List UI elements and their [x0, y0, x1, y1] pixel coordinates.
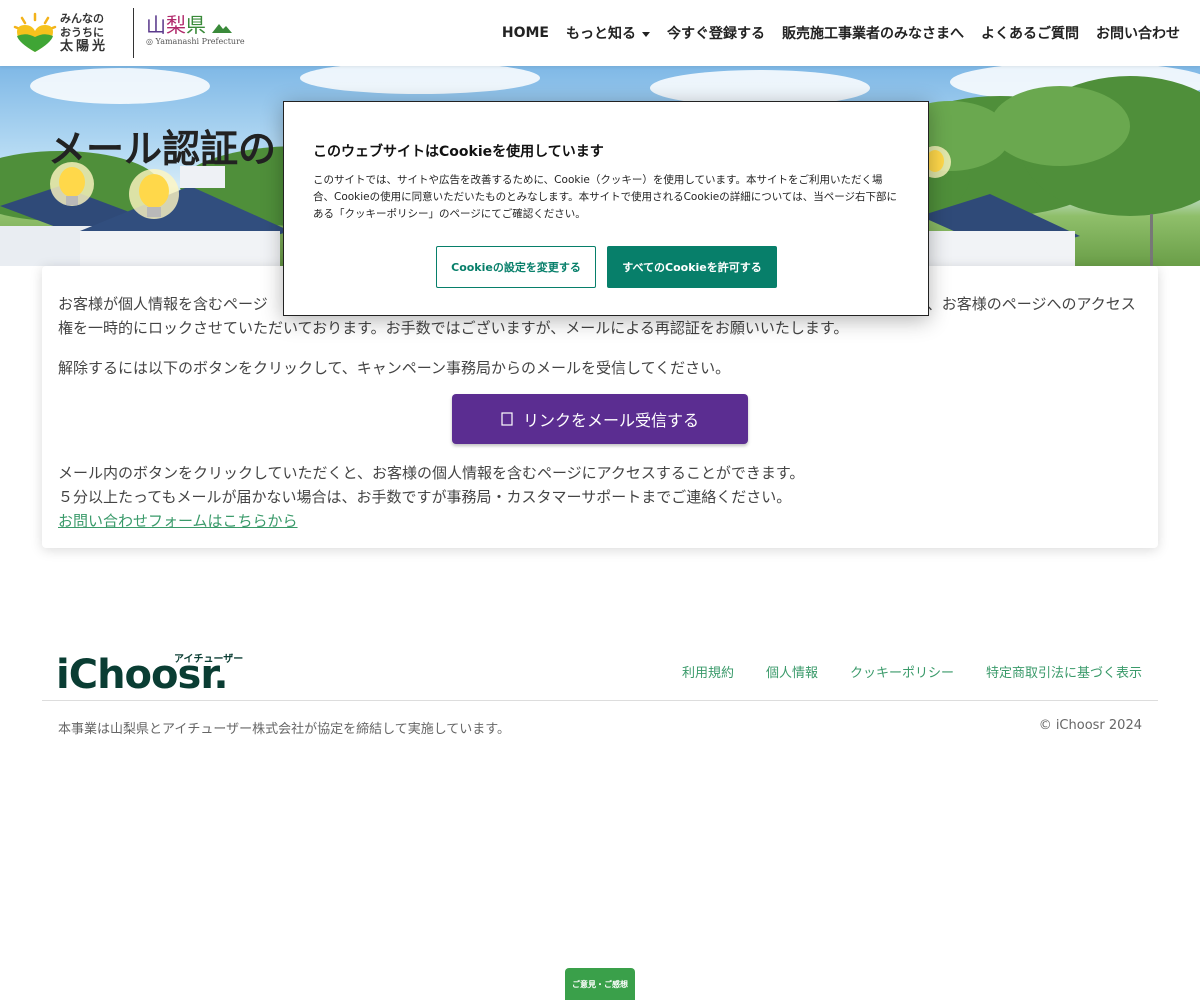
logo-line-1: みんなの	[60, 12, 104, 25]
logo-line-3: 太陽光	[60, 39, 109, 54]
send-link-email-button[interactable]: リンクをメール受信する	[452, 394, 748, 444]
campaign-logo-text: みんなの おうちに 太陽光	[60, 12, 130, 54]
nav-contact[interactable]: お問い合わせ	[1096, 23, 1180, 43]
nav-learn-more-dropdown[interactable]: もっと知る	[566, 23, 650, 43]
cookie-consent-dialog: このウェブサイトはCookieを使用しています このサイトでは、サイトや広告を改…	[283, 101, 929, 316]
email-help-text: メール内のボタンをクリックしていただくと、お客様の個人情報を含むページにアクセス…	[58, 461, 804, 509]
pref-char-2: 梨	[166, 13, 186, 37]
yamanashi-prefecture-logo[interactable]: 山梨県 ◎ Yamanashi Prefecture	[146, 14, 245, 46]
email-help-line-2: ５分以上たってもメールが届かない場合は、お手数ですが事務局・カスタマーサポートま…	[58, 488, 792, 506]
pref-emblem-icon: ◎	[146, 37, 153, 46]
feedback-tab-button[interactable]: ご意見・ご感想	[565, 968, 635, 1000]
mountain-icon	[212, 23, 233, 33]
logo-divider	[133, 8, 134, 58]
footer-agreement-note: 本事業は山梨県とアイチューザー株式会社が協定を締結して実施しています。	[58, 722, 511, 737]
site-header: みんなの おうちに 太陽光 山梨県 ◎ Yamanashi Prefecture…	[0, 0, 1200, 66]
main-nav: HOME もっと知る 今すぐ登録する 販売施工事業者のみなさまへ よくあるご質問…	[502, 0, 1180, 66]
pref-name: 山梨県	[146, 14, 245, 36]
nav-learn-more-label: もっと知る	[566, 26, 636, 42]
pref-sub-label: Yamanashi Prefecture	[155, 37, 245, 46]
footer-link-commercial-law[interactable]: 特定商取引法に基づく表示	[986, 662, 1142, 681]
footer-divider	[42, 700, 1158, 701]
nav-faq[interactable]: よくあるご質問	[981, 23, 1079, 43]
footer-link-cookie-policy[interactable]: クッキーポリシー	[850, 662, 954, 681]
copyright-text: © iChoosr 2024	[1038, 718, 1142, 733]
pref-char-3: 県	[186, 13, 206, 37]
envelope-icon	[501, 412, 513, 426]
page-title: メール認証の	[48, 127, 277, 171]
pref-sub-text: ◎ Yamanashi Prefecture	[146, 37, 245, 46]
logo-line-2: おうちに	[60, 26, 104, 39]
email-help-line-1: メール内のボタンをクリックしていただくと、お客様の個人情報を含むページにアクセス…	[58, 464, 805, 482]
unlock-instruction-text: 解除するには以下のボタンをクリックして、キャンペーン事務局からのメールを受信して…	[58, 359, 731, 377]
accept-all-cookies-button[interactable]: すべてのCookieを許可する	[607, 246, 777, 288]
nav-register[interactable]: 今すぐ登録する	[667, 23, 765, 43]
nav-installers[interactable]: 販売施工事業者のみなさまへ	[782, 23, 964, 43]
cookie-dialog-title: このウェブサイトはCookieを使用しています	[313, 144, 604, 160]
sun-heart-logo-icon[interactable]	[12, 12, 58, 54]
nav-home[interactable]: HOME	[502, 25, 549, 41]
contact-form-link[interactable]: お問い合わせフォームはこちらから	[58, 509, 298, 533]
send-link-email-label: リンクをメール受信する	[522, 411, 699, 430]
footer-links: 利用規約 個人情報 クッキーポリシー 特定商取引法に基づく表示	[682, 662, 1142, 681]
brand-wordmark: iChoosr.	[56, 652, 229, 698]
cookie-settings-button[interactable]: Cookieの設定を変更する	[436, 246, 596, 288]
caret-down-icon	[642, 31, 650, 37]
footer-link-privacy[interactable]: 個人情報	[766, 662, 818, 681]
cookie-dialog-body: このサイトでは、サイトや広告を改善するために、Cookie（クッキー）を使用して…	[313, 174, 897, 220]
pref-char-1: 山	[146, 13, 166, 37]
footer-link-terms[interactable]: 利用規約	[682, 662, 734, 681]
